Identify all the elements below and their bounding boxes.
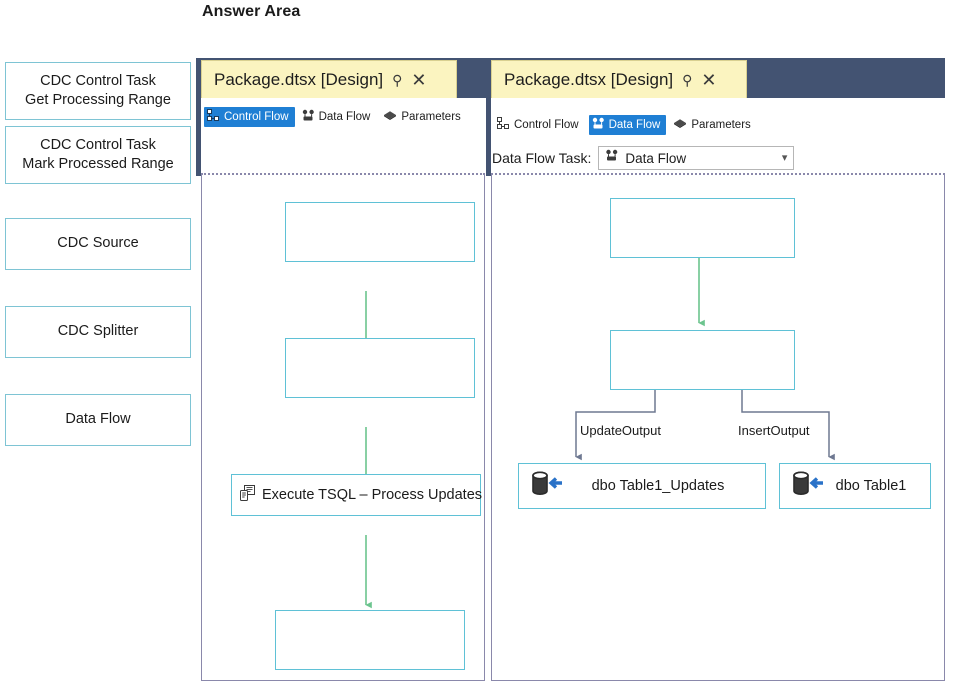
control-flow-designer-window: Package.dtsx [Design] ⚲ ✕ Control Flow D… [196, 58, 486, 683]
data-flow-designer-window: Package.dtsx [Design] ⚲ ✕ Control Flow D… [486, 58, 948, 683]
close-icon[interactable]: ✕ [701, 71, 716, 89]
ole-db-destination-icon [790, 469, 826, 504]
pin-icon[interactable]: ⚲ [392, 73, 402, 87]
data-flow-task-selector-row: Data Flow Task: Data Flow ▾ [492, 146, 795, 170]
data-flow-destination-table1[interactable]: dbo Table1 [779, 463, 931, 509]
data-flow-destination-table1-label: dbo Table1 [835, 478, 907, 494]
data-flow-drop-target-splitter[interactable] [610, 330, 795, 390]
control-flow-task-execute-tsql-label: Execute TSQL – Process Updates [262, 487, 483, 503]
palette-list: CDC Control Task Get Processing Range CD… [5, 62, 191, 446]
tab-control-flow[interactable]: Control Flow [494, 115, 585, 135]
view-tab-strip: Control Flow Data Flow Parameters [204, 106, 467, 128]
tab-control-flow-label: Control Flow [514, 119, 579, 131]
page-title: Answer Area [202, 3, 301, 20]
edge-label-update-output: UpdateOutput [580, 423, 661, 438]
tab-parameters[interactable]: Parameters [670, 115, 756, 135]
tab-data-flow[interactable]: Data Flow [588, 115, 667, 135]
data-flow-canvas[interactable]: UpdateOutput InsertOutput dbo Table1_Upd… [491, 173, 945, 681]
document-tab-package-dtsx[interactable]: Package.dtsx [Design] ⚲ ✕ [491, 60, 747, 98]
edge-label-insert-output: InsertOutput [738, 423, 810, 438]
palette-item-cdc-splitter[interactable]: CDC Splitter [5, 306, 191, 358]
data-flow-task-dropdown[interactable]: Data Flow ▾ [598, 146, 795, 170]
ole-db-destination-icon [529, 469, 565, 504]
tab-parameters[interactable]: Parameters [380, 107, 466, 127]
palette-item-cdc-control-task-mark-processed-range[interactable]: CDC Control Task Mark Processed Range [5, 126, 191, 184]
palette-spacer [5, 184, 191, 218]
execute-sql-task-icon [238, 483, 258, 508]
palette-spacer [5, 358, 191, 394]
tab-control-flow[interactable]: Control Flow [204, 107, 295, 127]
tab-parameters-label: Parameters [691, 119, 751, 131]
document-tab-label: Package.dtsx [Design] [214, 69, 384, 89]
control-flow-drop-target-3[interactable] [275, 610, 465, 670]
control-flow-icon [497, 117, 510, 133]
chevron-down-icon[interactable]: ▾ [782, 152, 788, 164]
document-tab-label: Package.dtsx [Design] [504, 69, 674, 89]
control-flow-canvas[interactable]: Execute TSQL – Process Updates [201, 173, 485, 681]
data-flow-destination-table1-updates[interactable]: dbo Table1_Updates [518, 463, 766, 509]
control-flow-icon [207, 109, 220, 125]
palette-item-cdc-control-task-get-processing-range[interactable]: CDC Control Task Get Processing Range [5, 62, 191, 120]
pin-icon[interactable]: ⚲ [682, 73, 692, 87]
control-flow-task-execute-tsql[interactable]: Execute TSQL – Process Updates [231, 474, 483, 516]
data-flow-task-selected-value: Data Flow [625, 150, 687, 166]
tab-data-flow[interactable]: Data Flow [299, 107, 377, 127]
view-tab-strip: Control Flow Data Flow Parameters [494, 114, 757, 136]
data-flow-destination-table1-updates-label: dbo Table1_Updates [591, 478, 725, 494]
tab-data-flow-label: Data Flow [318, 111, 371, 123]
close-icon[interactable]: ✕ [411, 71, 426, 89]
palette-spacer [5, 270, 191, 306]
parameters-icon [673, 117, 687, 133]
data-flow-icon [605, 149, 619, 167]
data-flow-drop-target-source[interactable] [610, 198, 795, 258]
document-tab-package-dtsx[interactable]: Package.dtsx [Design] ⚲ ✕ [201, 60, 457, 98]
data-flow-icon [302, 109, 315, 125]
palette-item-cdc-source[interactable]: CDC Source [5, 218, 191, 270]
data-flow-task-label: Data Flow Task: [492, 150, 592, 166]
tab-parameters-label: Parameters [401, 111, 461, 123]
tab-control-flow-label: Control Flow [224, 111, 289, 123]
palette-item-data-flow[interactable]: Data Flow [5, 394, 191, 446]
data-flow-icon [592, 117, 605, 133]
control-flow-drop-target-2[interactable] [285, 338, 475, 398]
parameters-icon [383, 109, 397, 125]
control-flow-drop-target-1[interactable] [285, 202, 475, 262]
tab-data-flow-label: Data Flow [608, 119, 661, 131]
